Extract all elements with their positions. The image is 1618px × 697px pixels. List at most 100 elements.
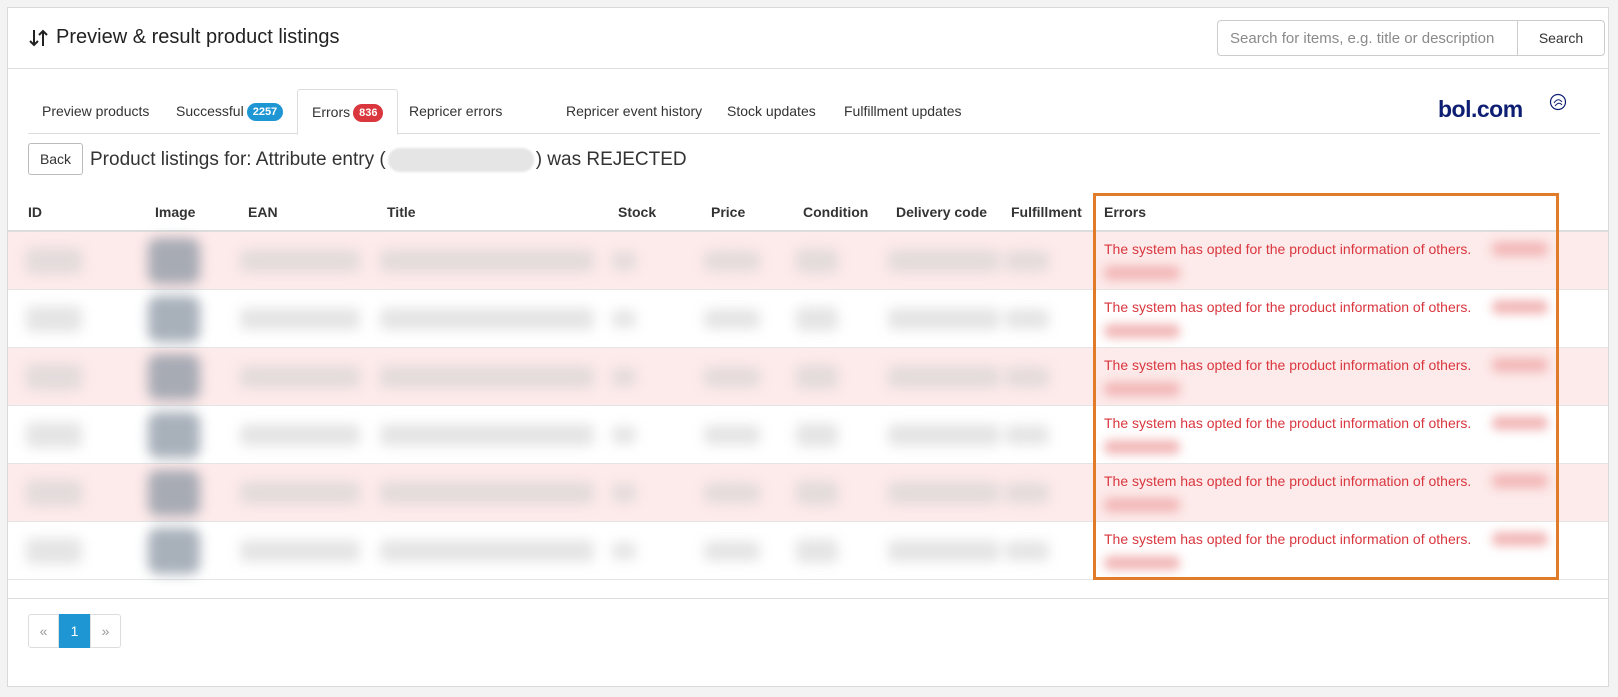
- error-message: The system has opted for the product inf…: [1104, 473, 1472, 489]
- redacted-cell: [888, 540, 1000, 562]
- error-message: The system has opted for the product inf…: [1104, 357, 1472, 373]
- redacted-cell: [888, 366, 1000, 388]
- table-header: ID Image EAN Title Stock Price Condition…: [8, 196, 1608, 232]
- tab-fulfillment-updates[interactable]: Fulfillment updates: [830, 89, 976, 134]
- redacted-cell: [612, 426, 636, 444]
- redacted-cell: [380, 366, 594, 388]
- tab-repricer-event-history[interactable]: Repricer event history: [552, 89, 716, 134]
- redacted-cell: [704, 425, 760, 445]
- redacted-product-image: [148, 296, 200, 342]
- tab-label: Repricer errors: [409, 103, 503, 119]
- sort-arrows-icon: [29, 29, 48, 46]
- error-message: The system has opted for the product inf…: [1104, 241, 1472, 257]
- redacted-cell: [796, 481, 838, 505]
- redacted-cell: [704, 541, 760, 561]
- redacted-error-detail: [1492, 300, 1548, 314]
- col-condition: Condition: [803, 204, 869, 220]
- redacted-error-detail: [1492, 242, 1548, 256]
- search-button[interactable]: Search: [1517, 20, 1605, 56]
- successful-count-badge: 2257: [246, 103, 284, 122]
- col-errors: Errors: [1104, 204, 1147, 220]
- tab-label: Successful: [176, 103, 244, 119]
- tab-repricer-errors[interactable]: Repricer errors: [395, 89, 516, 134]
- redacted-cell: [1005, 251, 1049, 271]
- redacted-cell: [796, 539, 838, 563]
- redacted-cell: [26, 422, 82, 448]
- tab-label: Fulfillment updates: [844, 103, 962, 119]
- back-button[interactable]: Back: [28, 143, 83, 175]
- table-row: The system has opted for the product inf…: [8, 348, 1608, 406]
- pagination-next[interactable]: »: [90, 614, 121, 648]
- redacted-cell: [380, 250, 594, 272]
- redacted-attribute: [387, 148, 534, 172]
- bolcom-logo-mark-icon: [1549, 93, 1567, 111]
- redacted-error-detail: [1104, 266, 1180, 280]
- col-price: Price: [711, 204, 746, 220]
- redacted-product-image: [148, 470, 200, 516]
- tab-successful[interactable]: Successful 2257: [162, 89, 297, 134]
- redacted-product-image: [148, 528, 200, 574]
- error-message: The system has opted for the product inf…: [1104, 299, 1472, 315]
- redacted-product-image: [148, 412, 200, 458]
- error-message: The system has opted for the product inf…: [1104, 531, 1472, 547]
- tab-bar: Preview products Successful 2257 Errors 83…: [28, 89, 1600, 135]
- redacted-cell: [704, 309, 760, 329]
- redacted-error-detail: [1492, 474, 1548, 488]
- pagination-prev[interactable]: «: [28, 614, 59, 648]
- redacted-cell: [380, 308, 594, 330]
- col-title: Title: [387, 204, 416, 220]
- redacted-cell: [796, 249, 838, 273]
- redacted-cell: [240, 308, 360, 330]
- redacted-cell: [612, 368, 636, 386]
- redacted-cell: [240, 424, 360, 446]
- redacted-cell: [380, 424, 594, 446]
- redacted-cell: [796, 307, 838, 331]
- redacted-cell: [240, 540, 360, 562]
- tab-label: Errors: [312, 104, 351, 120]
- table-row: The system has opted for the product inf…: [8, 290, 1608, 348]
- pagination-page-current[interactable]: 1: [59, 614, 90, 648]
- redacted-product-image: [148, 354, 200, 400]
- redacted-product-image: [148, 238, 200, 284]
- redacted-error-detail: [1492, 416, 1548, 430]
- redacted-cell: [704, 367, 760, 387]
- col-delivery-code: Delivery code: [896, 204, 988, 220]
- error-message: The system has opted for the product inf…: [1104, 415, 1472, 431]
- tab-label: Repricer event history: [566, 103, 703, 119]
- table-row: The system has opted for the product inf…: [8, 464, 1608, 522]
- pagination-footer: « 1 »: [8, 598, 1608, 687]
- errors-count-badge: 836: [353, 104, 384, 123]
- search-input[interactable]: [1217, 20, 1517, 56]
- pagination: « 1 »: [28, 614, 121, 648]
- tab-stock-updates[interactable]: Stock updates: [713, 89, 830, 134]
- redacted-error-detail: [1104, 324, 1180, 338]
- redacted-error-detail: [1104, 498, 1180, 512]
- tab-preview-products[interactable]: Preview products: [28, 89, 163, 134]
- table-row: The system has opted for the product inf…: [8, 522, 1608, 580]
- redacted-cell: [704, 483, 760, 503]
- redacted-cell: [26, 538, 82, 564]
- table-row: The system has opted for the product inf…: [8, 232, 1608, 290]
- redacted-cell: [888, 250, 1000, 272]
- redacted-cell: [240, 250, 360, 272]
- redacted-error-detail: [1492, 532, 1548, 546]
- listing-title-prefix: Product listings for: Attribute entry (: [90, 149, 386, 170]
- redacted-cell: [380, 482, 594, 504]
- listing-title: Product listings for: Attribute entry ( …: [90, 148, 687, 172]
- redacted-cell: [1005, 483, 1049, 503]
- col-ean: EAN: [248, 204, 278, 220]
- listings-table: ID Image EAN Title Stock Price Condition…: [8, 196, 1608, 580]
- redacted-cell: [612, 542, 636, 560]
- redacted-cell: [796, 365, 838, 389]
- redacted-cell: [1005, 309, 1049, 329]
- redacted-cell: [888, 308, 1000, 330]
- page-title: Preview & result product listings: [28, 26, 339, 49]
- redacted-cell: [240, 482, 360, 504]
- redacted-cell: [26, 306, 82, 332]
- redacted-error-detail: [1492, 358, 1548, 372]
- redacted-error-detail: [1104, 556, 1180, 570]
- redacted-cell: [26, 480, 82, 506]
- results-panel: Preview & result product listings Search…: [7, 7, 1609, 687]
- tab-errors[interactable]: Errors 836: [297, 89, 399, 135]
- table-body: The system has opted for the product inf…: [8, 232, 1608, 580]
